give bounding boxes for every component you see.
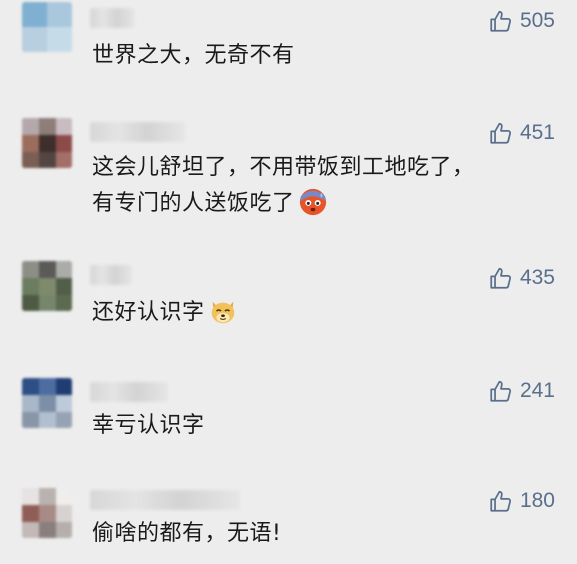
avatar[interactable] bbox=[22, 118, 72, 168]
like-count: 241 bbox=[519, 379, 555, 402]
thumbs-up-icon bbox=[490, 267, 511, 289]
comment-line: 这会儿舒坦了，不用带饭到工地吃了， bbox=[92, 155, 475, 180]
comment-item: 241 幸亏认识字 bbox=[0, 370, 577, 470]
avatar[interactable] bbox=[22, 488, 72, 538]
thumbs-up-icon bbox=[490, 122, 511, 144]
comment-line: 有专门的人送饭吃了 bbox=[92, 191, 295, 216]
comment-item: 505 世界之大，无奇不有 bbox=[0, 0, 577, 100]
comment-text: 偷啥的都有，无语! bbox=[92, 516, 281, 552]
comment-item: 180 偷啥的都有，无语! bbox=[0, 480, 577, 564]
comment-text: 世界之大，无奇不有 bbox=[92, 38, 295, 74]
comment-line: 世界之大，无奇不有 bbox=[92, 43, 295, 68]
comment-line: 还好认识字 bbox=[92, 300, 205, 325]
comment-text: 还好认识字 bbox=[92, 295, 238, 331]
avatar[interactable] bbox=[22, 378, 72, 428]
username-blurred[interactable] bbox=[90, 382, 168, 402]
comment-item: 435 还好认识字 bbox=[0, 255, 577, 360]
comment-text: 幸亏认识字 bbox=[92, 408, 205, 444]
like-count: 435 bbox=[519, 266, 555, 289]
cold-sweat-face-icon bbox=[299, 188, 326, 216]
like-button[interactable]: 241 bbox=[488, 378, 555, 404]
thumbs-up-icon bbox=[490, 490, 511, 512]
comment-line: 偷啥的都有，无语! bbox=[92, 521, 282, 546]
comment-text: 这会儿舒坦了，不用带饭到工地吃了， 有专门的人送饭吃了 bbox=[92, 150, 475, 222]
avatar[interactable] bbox=[22, 2, 72, 52]
like-count: 505 bbox=[519, 9, 555, 32]
avatar[interactable] bbox=[22, 261, 72, 311]
dog-face-icon bbox=[211, 301, 234, 324]
thumbs-up-icon bbox=[490, 380, 511, 402]
like-button[interactable]: 505 bbox=[488, 8, 555, 34]
username-blurred[interactable] bbox=[90, 8, 135, 28]
like-button[interactable]: 451 bbox=[488, 120, 555, 146]
like-count: 451 bbox=[519, 121, 555, 144]
comment-item: 451 这会儿舒坦了，不用带饭到工地吃了， 有专门的人送饭吃了 bbox=[0, 110, 577, 245]
comment-line-with-emoji: 有专门的人送饭吃了 bbox=[92, 186, 475, 222]
comment-list: 505 世界之大，无奇不有 451 这会儿舒坦了，不用带饭到工地吃了， 有专门的… bbox=[0, 0, 577, 564]
username-blurred[interactable] bbox=[90, 265, 132, 285]
thumbs-up-icon bbox=[490, 10, 511, 32]
comment-line: 幸亏认识字 bbox=[92, 413, 205, 438]
comment-line-with-emoji: 还好认识字 bbox=[92, 295, 238, 331]
like-count: 180 bbox=[519, 489, 555, 512]
like-button[interactable]: 435 bbox=[488, 265, 555, 291]
username-blurred[interactable] bbox=[90, 122, 185, 142]
like-button[interactable]: 180 bbox=[488, 488, 555, 514]
username-blurred[interactable] bbox=[90, 490, 240, 510]
